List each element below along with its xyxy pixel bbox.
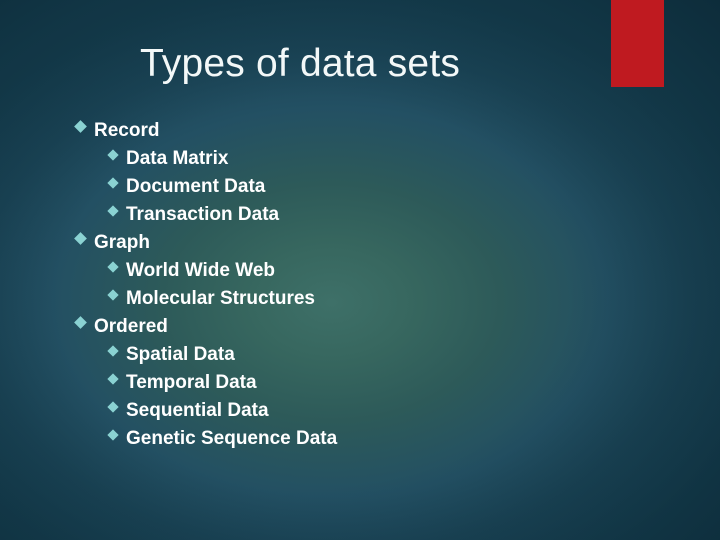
diamond-bullet-icon xyxy=(106,202,126,220)
list-item-label: Record xyxy=(94,120,160,141)
accent-bar-decoration xyxy=(611,0,664,87)
diamond-bullet-icon xyxy=(106,174,126,192)
list-item-label: Sequential Data xyxy=(126,400,269,421)
content-outline-list: Record Data Matrix Document Data Transac… xyxy=(74,118,634,454)
list-item-label: Molecular Structures xyxy=(126,288,315,309)
list-item: Ordered xyxy=(74,314,634,342)
list-item: Record xyxy=(74,118,634,146)
diamond-bullet-icon xyxy=(106,370,126,388)
diamond-bullet-icon xyxy=(106,146,126,164)
diamond-bullet-icon xyxy=(74,118,94,136)
list-item: Spatial Data xyxy=(74,342,634,370)
diamond-bullet-icon xyxy=(106,258,126,276)
list-item: Transaction Data xyxy=(74,202,634,230)
diamond-bullet-icon xyxy=(106,286,126,304)
list-item-label: Document Data xyxy=(126,176,266,197)
diamond-bullet-icon xyxy=(74,230,94,248)
list-item: Data Matrix xyxy=(74,146,634,174)
list-item-label: World Wide Web xyxy=(126,260,276,281)
list-item-label: Spatial Data xyxy=(126,344,235,365)
diamond-bullet-icon xyxy=(106,426,126,444)
list-item-label: Genetic Sequence Data xyxy=(126,428,338,449)
list-item: Graph xyxy=(74,230,634,258)
list-item: World Wide Web xyxy=(74,258,634,286)
list-item: Molecular Structures xyxy=(74,286,634,314)
page-title: Types of data sets xyxy=(139,42,461,85)
list-item-label: Data Matrix xyxy=(126,148,229,169)
list-item-label: Transaction Data xyxy=(126,204,280,225)
list-item: Sequential Data xyxy=(74,398,634,426)
list-item: Temporal Data xyxy=(74,370,634,398)
diamond-bullet-icon xyxy=(74,314,94,332)
diamond-bullet-icon xyxy=(106,342,126,360)
list-item-label: Ordered xyxy=(94,316,168,337)
slide: Types of data sets Record Data Matrix Do… xyxy=(0,0,720,540)
list-item-label: Temporal Data xyxy=(126,372,257,393)
list-item: Document Data xyxy=(74,174,634,202)
list-item-label: Graph xyxy=(94,232,150,253)
list-item: Genetic Sequence Data xyxy=(74,426,634,454)
diamond-bullet-icon xyxy=(106,398,126,416)
